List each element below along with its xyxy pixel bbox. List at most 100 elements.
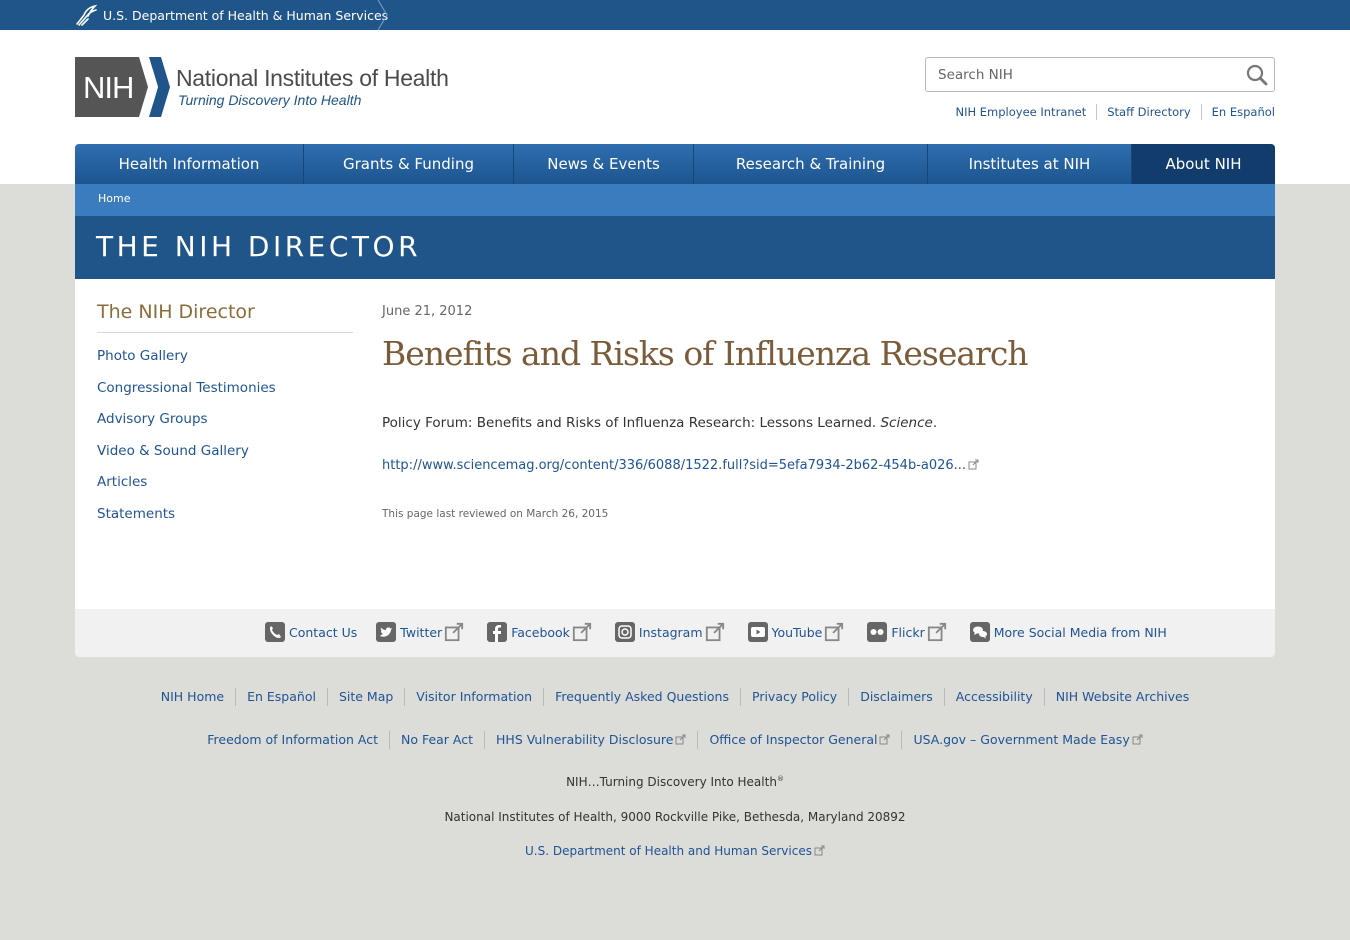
usa-gov-label: USA.gov – Government Made Easy <box>913 732 1130 747</box>
logo-title: National Institutes of Health <box>176 65 449 91</box>
facebook-icon <box>487 622 508 642</box>
nih-logo[interactable]: NIH National Institutes of Health Turnin… <box>75 57 449 117</box>
logo-tagline: Turning Discovery Into Health <box>178 92 362 108</box>
article-link-text: http://www.sciencemag.org/content/336/60… <box>382 458 967 473</box>
twitter-icon <box>376 622 397 642</box>
hhs-link[interactable]: U.S. Department of Health & Human Servic… <box>75 0 410 30</box>
external-link-icon <box>968 459 979 470</box>
last-reviewed: This page last reviewed on March 26, 201… <box>382 508 609 520</box>
nav-grants-funding[interactable]: Grants & Funding <box>303 144 513 184</box>
twitter-link[interactable]: Twitter <box>376 622 468 642</box>
footer-links-primary: NIH Home En Español Site Map Visitor Inf… <box>0 688 1350 706</box>
footer-en-espanol[interactable]: En Español <box>235 688 327 706</box>
footer-site-map[interactable]: Site Map <box>326 688 404 706</box>
article-date: June 21, 2012 <box>382 304 473 319</box>
sidebar-item-video-sound-gallery[interactable]: Video & Sound Gallery <box>97 443 249 459</box>
external-link-icon <box>1132 734 1143 745</box>
footer-usa-gov[interactable]: USA.gov – Government Made Easy <box>901 731 1153 749</box>
registered-mark: ® <box>776 775 784 783</box>
more-social-media-link[interactable]: More Social Media from NIH <box>969 622 1167 642</box>
breadcrumb-home[interactable]: Home <box>98 192 130 205</box>
hhs-vulnerability-label: HHS Vulnerability Disclosure <box>496 732 674 747</box>
facebook-label: Facebook <box>511 624 570 640</box>
footer-faq[interactable]: Frequently Asked Questions <box>543 688 740 706</box>
footer-tagline-text: NIH…Turning Discovery Into Health <box>566 775 777 789</box>
inspector-general-label: Office of Inspector General <box>709 732 878 747</box>
nih-logo-mark: NIH <box>75 57 170 117</box>
hhs-eagle-icon <box>76 4 97 26</box>
footer-inspector-general[interactable]: Office of Inspector General <box>697 731 901 749</box>
nav-health-information[interactable]: Health Information <box>75 144 303 184</box>
main-nav: Health Information Grants & Funding News… <box>75 144 1275 184</box>
journal-name: Science <box>880 415 933 431</box>
section-banner: THE NIH DIRECTOR <box>75 216 1275 279</box>
sidebar-title[interactable]: The NIH Director <box>97 301 255 323</box>
en-espanol-link[interactable]: En Español <box>1200 104 1275 120</box>
sidebar-item-articles[interactable]: Articles <box>97 474 147 490</box>
youtube-link[interactable]: YouTube <box>747 622 849 642</box>
nav-institutes[interactable]: Institutes at NIH <box>927 144 1131 184</box>
sidebar-item-advisory-groups[interactable]: Advisory Groups <box>97 411 208 427</box>
search-icon[interactable] <box>1245 63 1269 87</box>
flickr-icon <box>867 622 888 642</box>
nav-research-training[interactable]: Research & Training <box>693 144 927 184</box>
external-link-icon <box>675 734 686 745</box>
footer-hhs-vulnerability[interactable]: HHS Vulnerability Disclosure <box>484 731 697 749</box>
footer-visitor-information[interactable]: Visitor Information <box>404 688 543 706</box>
footer-nih-home[interactable]: NIH Home <box>150 688 235 706</box>
footer-hhs-link[interactable]: U.S. Department of Health and Human Serv… <box>525 844 825 858</box>
twitter-label: Twitter <box>400 624 443 640</box>
breadcrumb: Home <box>75 184 1275 216</box>
contact-us-link[interactable]: Contact Us <box>265 622 357 642</box>
external-link-icon <box>825 622 844 642</box>
external-link-icon <box>705 622 724 642</box>
sidebar-item-congressional-testimonies[interactable]: Congressional Testimonies <box>97 380 276 396</box>
utility-links: NIH Employee Intranet Staff Directory En… <box>945 104 1275 120</box>
social-bar: Contact Us Twitter Facebook Instagram Yo… <box>75 609 1275 657</box>
footer-links-secondary: Freedom of Information Act No Fear Act H… <box>0 731 1350 749</box>
footer-disclaimers[interactable]: Disclaimers <box>848 688 944 706</box>
main-content: The NIH Director Photo Gallery Congressi… <box>75 279 1275 609</box>
facebook-link[interactable]: Facebook <box>487 622 596 642</box>
sidebar-item-statements[interactable]: Statements <box>97 506 175 522</box>
external-link-icon <box>879 734 890 745</box>
footer-tagline: NIH…Turning Discovery Into Health® <box>0 775 1350 789</box>
footer-address: National Institutes of Health, 9000 Rock… <box>444 810 906 824</box>
external-link-icon <box>572 622 592 642</box>
footer-hhs: U.S. Department of Health and Human Serv… <box>0 844 1350 858</box>
footer-website-archives[interactable]: NIH Website Archives <box>1043 688 1201 706</box>
hhs-bar: U.S. Department of Health & Human Servic… <box>0 0 1350 30</box>
contact-us-label: Contact Us <box>289 624 358 640</box>
youtube-label: YouTube <box>771 624 823 640</box>
youtube-icon <box>747 622 768 642</box>
footer-accessibility[interactable]: Accessibility <box>943 688 1044 706</box>
footer-no-fear-act[interactable]: No Fear Act <box>388 731 484 749</box>
staff-directory-link[interactable]: Staff Directory <box>1096 104 1200 120</box>
sidebar-item-photo-gallery[interactable]: Photo Gallery <box>97 348 188 364</box>
description-text: Policy Forum: Benefits and Risks of Infl… <box>382 415 877 431</box>
external-link-icon <box>445 622 464 642</box>
chat-bubbles-icon <box>969 622 990 642</box>
sidebar-nav: Photo Gallery Congressional Testimonies … <box>97 345 276 535</box>
hhs-label: U.S. Department of Health & Human Servic… <box>103 7 389 23</box>
search-input[interactable] <box>926 58 1236 91</box>
science-article-link[interactable]: http://www.sciencemag.org/content/336/60… <box>382 458 979 473</box>
external-link-icon <box>927 622 946 642</box>
description-end: . <box>932 415 938 431</box>
footer-foia[interactable]: Freedom of Information Act <box>196 731 389 749</box>
more-social-label: More Social Media from NIH <box>993 624 1167 640</box>
flickr-link[interactable]: Flickr <box>867 622 950 642</box>
instagram-icon <box>614 622 635 642</box>
nav-news-events[interactable]: News & Events <box>513 144 693 184</box>
nav-about-nih[interactable]: About NIH <box>1131 144 1275 184</box>
chevron-right-icon <box>377 0 388 30</box>
footer-hhs-label: U.S. Department of Health and Human Serv… <box>525 844 812 858</box>
flickr-label: Flickr <box>891 624 925 640</box>
search-box <box>925 57 1275 92</box>
section-title: THE NIH DIRECTOR <box>96 230 422 263</box>
instagram-link[interactable]: Instagram <box>614 622 729 642</box>
sidebar-divider <box>97 332 353 333</box>
employee-intranet-link[interactable]: NIH Employee Intranet <box>945 104 1096 120</box>
external-link-icon <box>814 845 825 856</box>
footer-privacy-policy[interactable]: Privacy Policy <box>740 688 848 706</box>
